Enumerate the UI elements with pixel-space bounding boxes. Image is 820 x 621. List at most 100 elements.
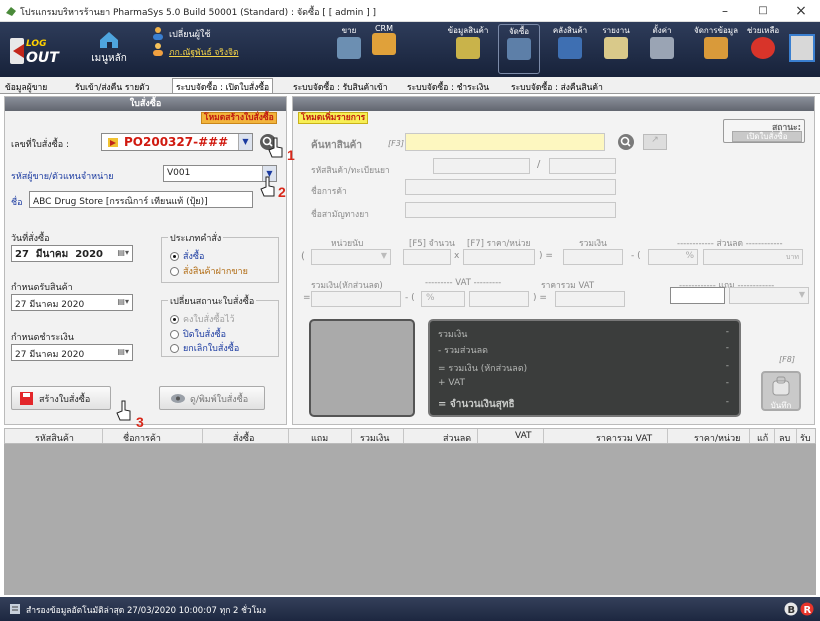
summary-total-label: รวมเงิน bbox=[438, 330, 468, 340]
toolbar-report[interactable]: รายงาน bbox=[596, 24, 636, 61]
current-user-name: ภก.ณัฐพันธ์ จริงจิต bbox=[169, 48, 239, 58]
unit-select[interactable]: ▼ bbox=[311, 249, 391, 265]
receive-date-label: กำหนดรับสินค้า bbox=[11, 283, 73, 293]
col-delete[interactable]: ลบ bbox=[779, 431, 790, 445]
trade-name-field[interactable] bbox=[405, 179, 616, 195]
status-cancel-radio[interactable]: ยกเลิกใบสั่งซื้อ bbox=[170, 341, 239, 355]
vat-percent-input[interactable]: % bbox=[421, 291, 465, 307]
add-item-arrow-button[interactable]: ↗ bbox=[643, 134, 667, 150]
po-number-field[interactable]: PO200327-### ▼ bbox=[101, 133, 253, 151]
home-icon bbox=[100, 32, 118, 48]
calendar-dropdown-icon[interactable]: ▤▾ bbox=[117, 248, 129, 257]
order-items-grid-body[interactable] bbox=[4, 444, 816, 595]
order-type-group: ประเภทคำสั่ง สั่งซื้อ สั่งสินค้าฝากขาย bbox=[161, 231, 279, 283]
col-edit[interactable]: แก้ bbox=[757, 431, 768, 445]
info-r-icon[interactable]: R bbox=[800, 602, 814, 616]
free-unit-select[interactable]: ▼ bbox=[729, 287, 809, 304]
chevron-down-icon[interactable]: ▼ bbox=[238, 134, 252, 150]
pointer-hand-icon bbox=[116, 400, 131, 421]
equals-sign: ) = bbox=[539, 251, 553, 261]
status-keep-radio[interactable]: คงใบสั่งซื้อไว้ bbox=[170, 312, 235, 326]
toolbar-sales[interactable]: ขาย bbox=[333, 24, 365, 61]
total-with-vat-field bbox=[555, 291, 625, 307]
toolbar-warehouse[interactable]: คลังสินค้า bbox=[548, 24, 592, 61]
line-total-label: รวมเงิน bbox=[579, 239, 607, 249]
tab-receive-goods[interactable]: ระบบจัดซื้อ : รับสินค้าเข้า bbox=[290, 79, 390, 94]
col-ordered[interactable]: สั่งซื้อ bbox=[233, 431, 254, 445]
equals-sign-2: = bbox=[303, 293, 311, 303]
discount-percent-input[interactable]: % bbox=[648, 249, 698, 265]
quantity-label: [F5] จำนวน bbox=[409, 239, 455, 249]
create-order-button[interactable]: สร้างใบสั่งซื้อ bbox=[11, 386, 111, 410]
col-total[interactable]: รวมเงิน bbox=[360, 431, 389, 445]
tab-vendor-info[interactable]: ข้อมูลผู้ขาย bbox=[2, 79, 50, 94]
calendar-dropdown-icon[interactable]: ▤▾ bbox=[117, 347, 129, 356]
free-qty-input[interactable] bbox=[670, 287, 725, 304]
col-product-code[interactable]: รหัสสินค้า bbox=[35, 431, 74, 445]
status-value: เปิดใบสั่งซื้อ bbox=[732, 131, 802, 142]
view-print-order-button[interactable]: ดู/พิมพ์ใบสั่งซื้อ bbox=[159, 386, 265, 410]
report-icon bbox=[604, 37, 628, 59]
tab-payment[interactable]: ระบบจัดซื้อ : ชำระเงิน bbox=[404, 79, 492, 94]
pointer-hand-icon bbox=[268, 137, 283, 158]
col-vat[interactable]: VAT bbox=[515, 431, 532, 441]
logout-button[interactable]: LOG OUT bbox=[10, 32, 60, 70]
product-code-field[interactable] bbox=[433, 158, 530, 174]
summary-vat-value: - bbox=[725, 378, 729, 388]
toolbar-purchase[interactable]: จัดซื้อ bbox=[498, 24, 540, 74]
order-date-field[interactable]: 27 มีนาคม 2020 ▤▾ bbox=[11, 245, 133, 262]
discount-label: ------------ ส่วนลด ------------ bbox=[677, 239, 783, 249]
change-user-link[interactable]: เปลี่ยนผู้ใช้ bbox=[169, 27, 211, 41]
summary-box: รวมเงิน - - รวมส่วนลด - = รวมเงิน (หักส่… bbox=[428, 319, 741, 417]
order-type-purchase-radio[interactable]: สั่งซื้อ bbox=[170, 249, 204, 263]
save-item-button[interactable]: บันทึก bbox=[761, 371, 801, 411]
multiply-sign: x bbox=[454, 251, 460, 261]
calendar-dropdown-icon[interactable]: ▤▾ bbox=[117, 297, 129, 306]
col-total-with-vat[interactable]: ราคารวม VAT bbox=[596, 431, 652, 445]
maximize-button[interactable]: □ bbox=[752, 2, 774, 20]
tab-return-goods[interactable]: ระบบจัดซื้อ : ส่งคืนสินค้า bbox=[508, 79, 606, 94]
help-icon bbox=[751, 37, 775, 59]
close-button[interactable]: × bbox=[790, 2, 812, 20]
col-receive[interactable]: รับ bbox=[800, 431, 811, 445]
tab-receive-return-item[interactable]: รับเข้า/ส่งคืน รายตัว bbox=[72, 79, 152, 94]
toolbar-crm[interactable]: CRM bbox=[367, 24, 401, 57]
info-b-icon[interactable]: B bbox=[784, 602, 798, 616]
payment-date-field[interactable]: 27 มีนาคม 2020 ▤▾ bbox=[11, 344, 133, 361]
col-unit-price[interactable]: ราคา/หน่วย bbox=[694, 431, 740, 445]
tab-open-purchase-order[interactable]: ระบบจัดซื้อ : เปิดใบสั่งซื้อ bbox=[172, 78, 274, 93]
status-close-radio[interactable]: ปิดใบสั่งซื้อ bbox=[170, 327, 226, 341]
panel-header: ใบสั่งซื้อ bbox=[5, 97, 286, 111]
add-item-mode-badge: โหมดเพิ่มรายการ bbox=[298, 112, 369, 124]
exit-screen-icon[interactable] bbox=[789, 34, 815, 62]
receive-date-field[interactable]: 27 มีนาคม 2020 ▤▾ bbox=[11, 294, 133, 311]
minus-sign: - ( bbox=[631, 251, 641, 261]
flag-icon bbox=[108, 138, 118, 147]
order-type-consign-radio[interactable]: สั่งสินค้าฝากขาย bbox=[170, 264, 248, 278]
col-trade-name[interactable]: ชื่อการค้า bbox=[123, 431, 161, 445]
unit-price-input[interactable] bbox=[463, 249, 535, 265]
discount-baht-input[interactable]: บาท bbox=[703, 249, 803, 265]
col-discount[interactable]: ส่วนลด bbox=[443, 431, 471, 445]
col-free[interactable]: แถม bbox=[311, 431, 328, 445]
minimize-button[interactable]: – bbox=[714, 2, 736, 20]
summary-discount-value: - bbox=[725, 343, 729, 353]
search-icon[interactable] bbox=[617, 133, 635, 151]
product-code-label: รหัสสินค้า/ทะเบียนยา bbox=[311, 166, 390, 176]
vendor-code-label: รหัสผู้ขาย/ตัวแทนจำหน่าย bbox=[11, 172, 114, 182]
toolbar-settings[interactable]: ตั้งค่า bbox=[644, 24, 680, 61]
backup-icon bbox=[10, 604, 20, 614]
vendor-name-field[interactable]: ABC Drug Store [กรรณิการ์ เทียนแท้ (ปุ้ย… bbox=[29, 191, 253, 208]
toolbar-help[interactable]: ช่วยเหลือ bbox=[742, 24, 784, 61]
summary-vat-label: + VAT bbox=[438, 378, 465, 388]
view-eye-icon bbox=[171, 394, 185, 403]
home-button[interactable]: เมนูหลัก bbox=[88, 29, 130, 66]
vat-label: --------- VAT --------- bbox=[425, 278, 502, 288]
registration-no-field[interactable] bbox=[549, 158, 616, 174]
toolbar-data-manage[interactable]: จัดการข้อมูล bbox=[690, 24, 742, 61]
toolbar-product-info[interactable]: ข้อมูลสินค้า bbox=[445, 24, 491, 61]
summary-net-label: = รวมเงิน (หักส่วนลด) bbox=[438, 364, 528, 374]
product-search-input[interactable] bbox=[405, 133, 605, 151]
quantity-input[interactable] bbox=[403, 249, 451, 265]
generic-name-field[interactable] bbox=[405, 202, 616, 218]
